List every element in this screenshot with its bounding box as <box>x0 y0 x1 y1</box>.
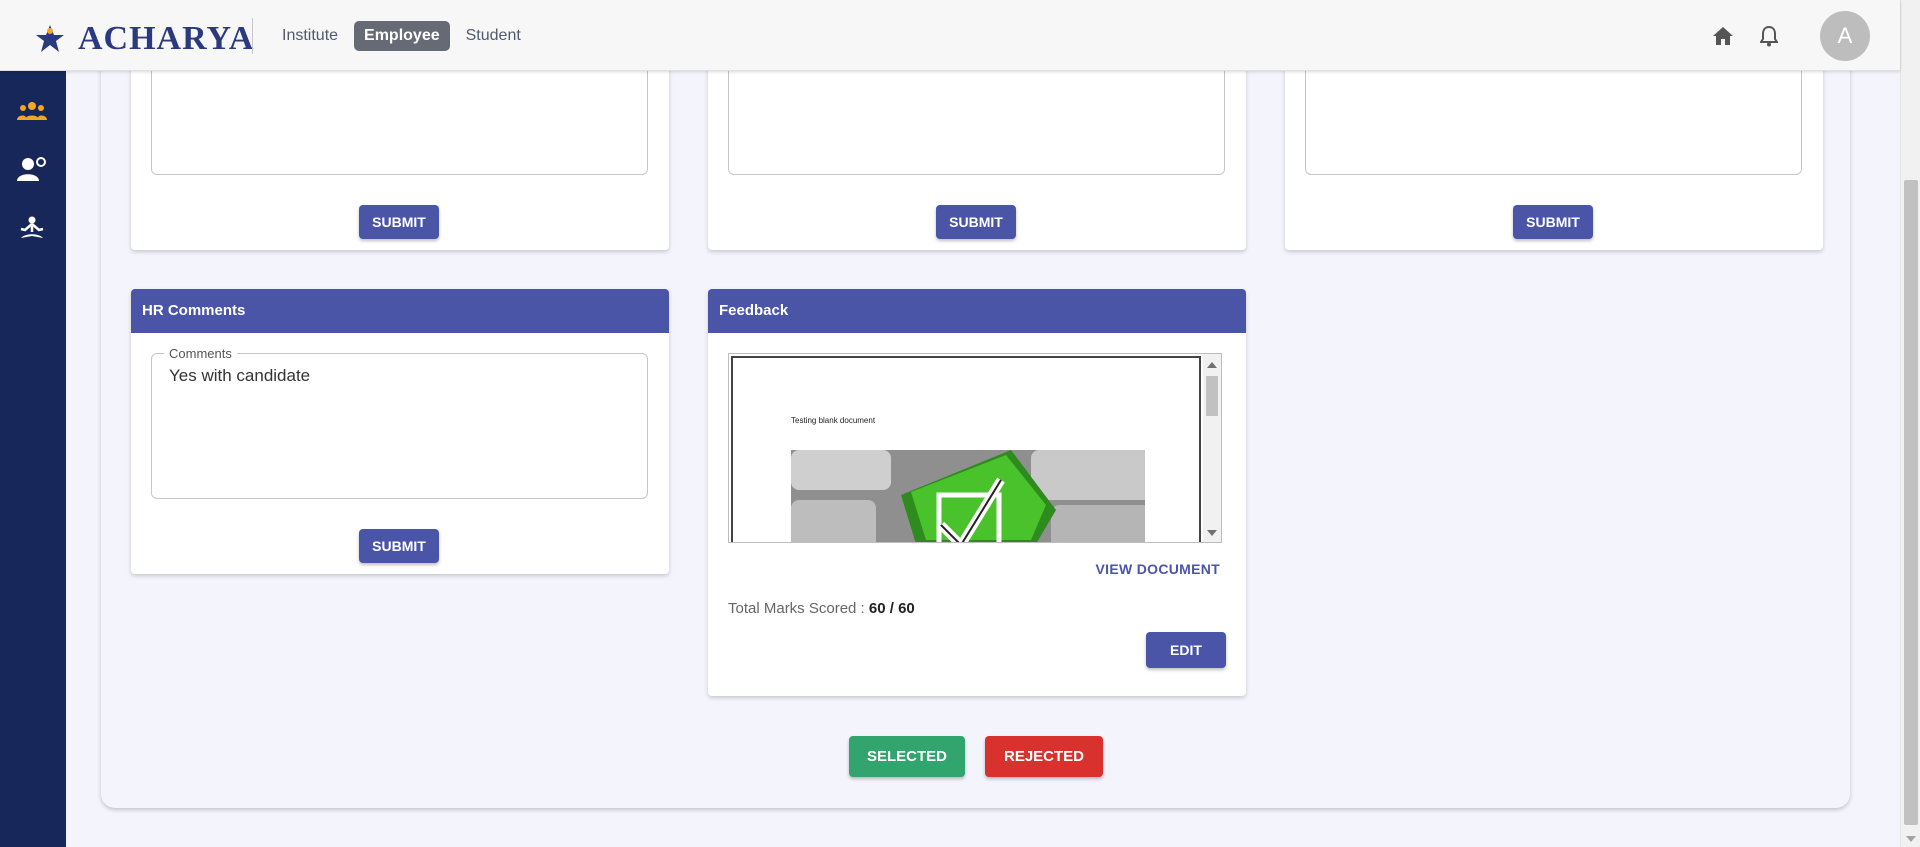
submit-button[interactable]: SUBMIT <box>936 205 1016 239</box>
home-icon[interactable] <box>1710 23 1736 49</box>
marks-value: 60 / 60 <box>868 600 915 617</box>
submit-button[interactable]: SUBMIT <box>359 205 439 239</box>
card-title: Feedback <box>708 289 1246 333</box>
meditation-icon[interactable] <box>16 215 48 243</box>
feedback-card: Feedback Testing blank document VIEW DOC… <box>708 289 1246 696</box>
brand-name: ACHARYA <box>78 20 255 57</box>
tab-employee[interactable]: Employee <box>354 21 450 51</box>
tab-student[interactable]: Student <box>456 21 531 51</box>
main-panel: SUBMIT SUBMIT SUBMIT HR Comments Comment… <box>101 0 1850 808</box>
avatar[interactable]: A <box>1820 11 1870 61</box>
scroll-thumb[interactable] <box>1206 376 1218 416</box>
scroll-up-icon[interactable] <box>1207 362 1217 368</box>
selected-button[interactable]: SELECTED <box>849 736 965 777</box>
logo[interactable]: ACHARYA <box>32 20 254 58</box>
comments-field[interactable]: Comments Yes with candidate <box>151 346 648 499</box>
document-image <box>791 450 1145 542</box>
document-scrollbar[interactable] <box>1203 354 1221 542</box>
rejected-button[interactable]: REJECTED <box>985 736 1103 777</box>
comments-value: Yes with candidate <box>169 366 311 385</box>
submit-button[interactable]: SUBMIT <box>1513 205 1593 239</box>
tab-institute[interactable]: Institute <box>272 21 348 51</box>
top-icons: A <box>1710 11 1870 61</box>
total-marks: Total Marks Scored : 60 / 60 <box>728 600 915 617</box>
document-preview[interactable]: Testing blank document <box>728 353 1222 543</box>
nav-tabs: Institute Employee Student <box>272 21 537 51</box>
scroll-down-icon[interactable] <box>1207 530 1217 536</box>
logo-icon <box>36 25 64 52</box>
document-page: Testing blank document <box>731 356 1201 542</box>
marks-label: Total Marks Scored : <box>728 600 869 617</box>
page-scrollbar[interactable] <box>1900 0 1920 847</box>
submit-button[interactable]: SUBMIT <box>359 529 439 563</box>
document-text: Testing blank document <box>791 416 876 425</box>
scroll-thumb[interactable] <box>1904 180 1918 825</box>
user-settings-icon[interactable] <box>16 155 48 183</box>
view-document-link[interactable]: VIEW DOCUMENT <box>1096 561 1220 577</box>
card-title: HR Comments <box>131 289 669 333</box>
comments-label: Comments <box>164 346 237 361</box>
top-bar: ACHARYA Institute Employee Student A <box>0 0 1900 71</box>
divider <box>252 18 253 54</box>
edit-button[interactable]: EDIT <box>1146 632 1226 668</box>
group-icon[interactable] <box>16 97 48 125</box>
scroll-down-icon[interactable] <box>1906 836 1916 842</box>
sidebar <box>0 71 66 847</box>
hr-comments-card: HR Comments Comments Yes with candidate … <box>131 289 669 574</box>
bell-icon[interactable] <box>1756 23 1782 49</box>
